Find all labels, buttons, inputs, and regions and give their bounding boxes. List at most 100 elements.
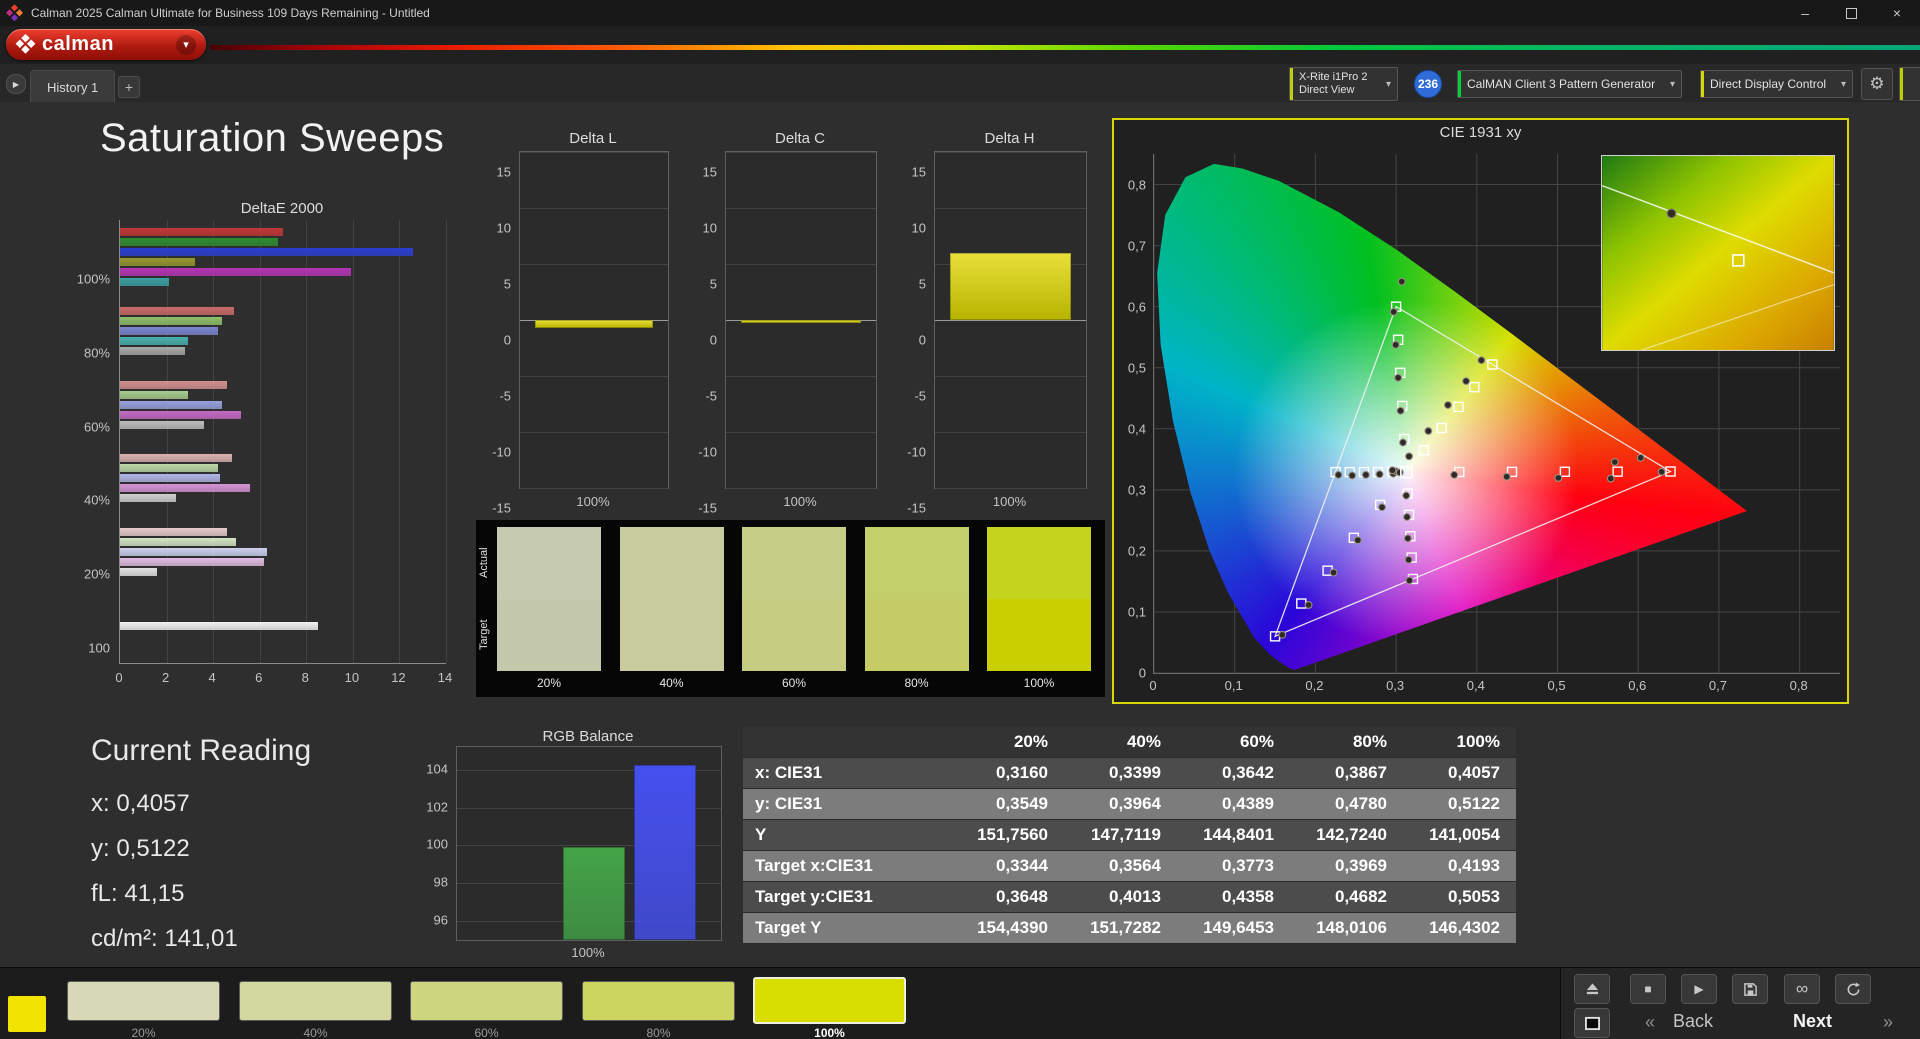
gridline [446, 220, 447, 663]
rgb-bar-green [562, 847, 625, 940]
settings-button[interactable]: ⚙ [1861, 68, 1893, 100]
page-title: Saturation Sweeps [100, 116, 445, 160]
gridline [520, 488, 668, 489]
meter-dropdown[interactable]: X-Rite i1Pro 2 Direct View ▾ [1289, 67, 1398, 101]
meter-count-badge[interactable]: 236 [1414, 70, 1442, 98]
saturation-swatch-80%[interactable] [582, 981, 735, 1021]
table-cell: 40% [1126, 732, 1161, 751]
table-cell: 0,4013 [1109, 887, 1161, 906]
y-tick-label: -5 [705, 388, 717, 404]
calman-menu-button[interactable]: calman ▾ [6, 29, 206, 60]
table-row: Y 151,7560 147,7119 144,8401 142,7240 141,005… [743, 820, 1516, 851]
bottom-bar: 20% 40% 60% 80% 100% ■ ▶ ∞ « Back Next » [0, 967, 1920, 1039]
back-chevron-icon[interactable]: « [1645, 1012, 1655, 1033]
deltae-bar [120, 390, 188, 399]
add-tab-button[interactable]: + [118, 76, 140, 98]
table-cell: 80% [1352, 732, 1387, 751]
y-tick-label: -15 [492, 500, 511, 516]
back-button[interactable]: Back [1673, 1011, 1713, 1032]
table-cell: y: CIE31 [755, 794, 823, 813]
deltae-bar [120, 277, 169, 286]
saturation-swatch-60%[interactable] [410, 981, 563, 1021]
x-tick-label: 0,4 [1466, 678, 1485, 693]
gridline [935, 376, 1086, 377]
actual-swatch [987, 527, 1091, 599]
app-logo-icon [5, 3, 23, 22]
calman-diamond-icon [15, 33, 36, 55]
cie-1931-panel: CIE 1931 xy 0 0,1 0,2 0,3 0,4 0,5 0,6 0,7 0,8 00… [1112, 118, 1849, 704]
x-tick-label: 2 [161, 670, 170, 685]
actual-swatch [742, 527, 846, 599]
close-button[interactable]: × [1874, 0, 1920, 26]
saturation-swatch-40%[interactable] [239, 981, 392, 1021]
swatch-column-label: 80% [904, 676, 929, 690]
edge-accent [1900, 68, 1903, 100]
play-icon: ▶ [1694, 982, 1704, 996]
gridline [935, 152, 1086, 153]
collapse-arrow-button[interactable]: ▶ [6, 74, 26, 94]
deltae-bar [120, 267, 351, 276]
actual-row-label: Actual [478, 547, 490, 579]
gridline [352, 220, 354, 663]
deltae-bar [120, 400, 223, 409]
x-tick-label: 10 [344, 670, 360, 685]
calman-window: Calman 2025 Calman Ultimate for Business… [0, 0, 1920, 1039]
group-label: 80% [83, 345, 110, 361]
brand-name: calman [42, 33, 114, 55]
play-button[interactable]: ▶ [1681, 974, 1717, 1004]
y-tick-label: 0,7 [1127, 238, 1146, 254]
table-cell: 0,4389 [1222, 794, 1274, 813]
x-tick-label: 0,1 [1224, 678, 1243, 693]
table-cell: 0,4682 [1335, 887, 1387, 906]
deltae-bar [120, 538, 237, 547]
tab-history-1[interactable]: History 1 [30, 70, 116, 103]
window-title: Calman 2025 Calman Ultimate for Business… [31, 6, 430, 20]
table-cell: 0,3564 [1109, 856, 1161, 875]
stop-button[interactable]: ■ [1630, 974, 1666, 1004]
deltae-y-axis: 100% 80% 60% 40% 20% 100 [60, 220, 114, 663]
save-button[interactable] [1732, 974, 1768, 1004]
x-tick-label: 0,7 [1708, 678, 1727, 693]
window-controls: – × [1782, 0, 1920, 26]
deltae-bar [120, 410, 242, 419]
next-button[interactable]: Next [1793, 1011, 1832, 1032]
delta-c-plot [725, 151, 877, 489]
table-cell: 0,3969 [1335, 856, 1387, 875]
y-tick-label: 0 [1138, 665, 1146, 681]
table-row: Target Y 154,4390 151,7282 149,6453 148,0106… [743, 913, 1516, 944]
next-chevron-icon[interactable]: » [1883, 1012, 1893, 1033]
meter-accent [1290, 68, 1293, 100]
y-tick-label: -15 [907, 500, 926, 516]
source-dropdown[interactable]: CalMAN Client 3 Pattern Generator ▾ [1457, 70, 1682, 98]
eject-icon [1586, 983, 1598, 995]
brand-bar: calman ▾ [0, 26, 1920, 64]
x-tick-label: 0,3 [1386, 678, 1405, 693]
rgb-balance-title: RGB Balance [542, 728, 634, 745]
cie-zoom-inset [1601, 155, 1835, 351]
display-preview-button[interactable] [1574, 1008, 1610, 1038]
deltae-bar [120, 306, 235, 315]
target-swatch [987, 599, 1091, 671]
continuous-measure-button[interactable]: ∞ [1784, 974, 1820, 1004]
edge-panel-button[interactable] [1899, 67, 1920, 101]
delta-l-title: Delta L [569, 130, 617, 147]
saturation-swatch-100%[interactable] [753, 977, 906, 1024]
deltae-bar [120, 326, 218, 335]
saturation-swatch-20%[interactable] [67, 981, 220, 1021]
y-tick-label: 5 [918, 276, 926, 292]
target-swatch [619, 599, 724, 671]
minimize-button[interactable]: – [1782, 0, 1828, 26]
y-tick-label: -5 [499, 388, 511, 404]
swatch-column-label: 100% [1023, 676, 1055, 690]
refresh-button[interactable] [1835, 974, 1871, 1004]
display-accent [1701, 71, 1704, 97]
reading-cdm2: cd/m²: 141,01 [91, 925, 238, 952]
y-tick-label: 0,8 [1127, 177, 1146, 193]
restore-button[interactable] [1828, 0, 1874, 26]
y-tick-label: -10 [492, 444, 511, 460]
gridline [726, 264, 876, 265]
eject-button[interactable] [1574, 974, 1610, 1004]
gridline [166, 220, 168, 663]
display-control-dropdown[interactable]: Direct Display Control ▾ [1700, 70, 1853, 98]
tab-bar: ▶ History 1 + X-Rite i1Pro 2 Direct View … [0, 64, 1920, 103]
